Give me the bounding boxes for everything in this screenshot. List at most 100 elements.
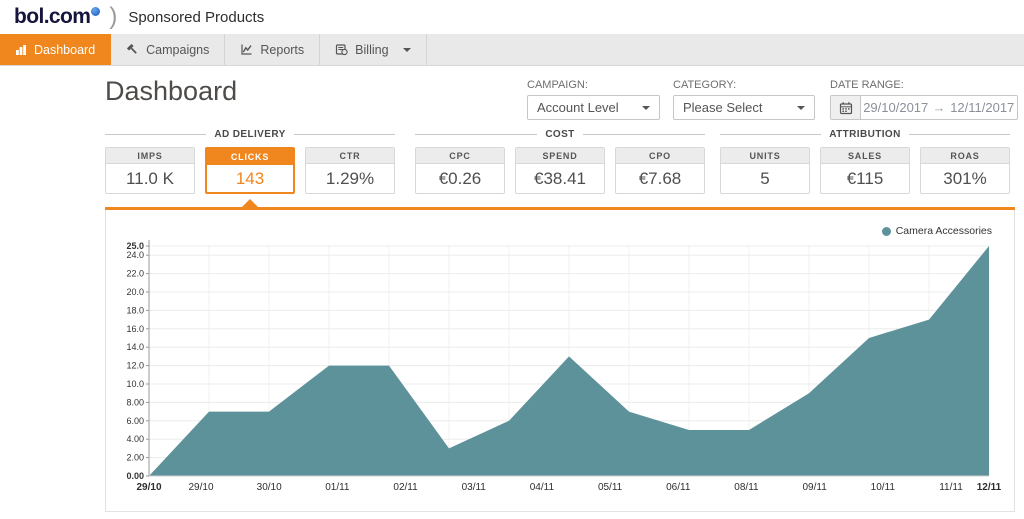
metric-tile-ctr[interactable]: CTR 1.29%	[305, 147, 395, 194]
billing-icon	[335, 43, 348, 56]
reports-icon	[240, 43, 253, 56]
metric-value: 5	[721, 164, 809, 194]
svg-text:16.0: 16.0	[126, 324, 144, 334]
chart-legend[interactable]: Camera Accessories	[882, 225, 992, 237]
metric-value: €0.26	[416, 164, 504, 194]
metric-tile-sales[interactable]: SALES €115	[820, 147, 910, 194]
calendar-icon	[839, 101, 853, 115]
group-title: ATTRIBUTION	[720, 129, 1010, 140]
svg-text:14.0: 14.0	[126, 342, 144, 352]
nav-tab-reports[interactable]: Reports	[225, 34, 320, 65]
metric-value: 143	[207, 165, 293, 193]
end-date-field[interactable]: 12/11/2017	[948, 100, 1018, 115]
svg-text:12/11: 12/11	[977, 482, 1002, 493]
logo-text: bol.com	[14, 2, 90, 32]
campaign-select[interactable]: Account Level	[527, 95, 660, 120]
svg-text:20.0: 20.0	[126, 287, 144, 297]
metric-group-ad-delivery: AD DELIVERY IMPS 11.0 K CLICKS 143 CTR 1…	[105, 129, 395, 194]
app-title: Sponsored Products	[128, 9, 264, 26]
category-select-value: Please Select	[683, 100, 763, 115]
date-range-filter: DATE RANGE: 29/10/2017 → 12/11/2017	[830, 79, 1018, 120]
metric-value: €38.41	[516, 164, 604, 194]
metric-tile-spend[interactable]: SPEND €38.41	[515, 147, 605, 194]
chevron-down-icon	[642, 106, 650, 110]
legend-dot-icon	[882, 227, 891, 236]
campaigns-icon	[126, 43, 139, 56]
metric-label: SPEND	[516, 148, 604, 164]
nav-tab-campaigns[interactable]: Campaigns	[111, 34, 225, 65]
range-arrow-icon: →	[931, 100, 948, 115]
svg-text:09/11: 09/11	[802, 482, 827, 493]
start-date-field[interactable]: 29/10/2017	[861, 100, 931, 115]
nav-tab-label: Dashboard	[34, 43, 95, 57]
svg-text:24.0: 24.0	[126, 250, 144, 260]
svg-text:6.00: 6.00	[126, 416, 144, 426]
metric-label: IMPS	[106, 148, 194, 164]
topbar: bol.com ) Sponsored Products	[0, 0, 1024, 34]
svg-text:8.00: 8.00	[126, 397, 144, 407]
campaign-filter-label: CAMPAIGN:	[527, 79, 660, 91]
metric-tile-cpc[interactable]: CPC €0.26	[415, 147, 505, 194]
globe-icon	[91, 7, 100, 16]
svg-text:02/11: 02/11	[393, 482, 418, 493]
metric-label: CLICKS	[207, 149, 293, 165]
svg-text:03/11: 03/11	[462, 482, 487, 493]
metric-value: €7.68	[616, 164, 704, 194]
metric-group-attribution: ATTRIBUTION UNITS 5 SALES €115 ROAS 301%	[720, 129, 1010, 194]
nav-tab-label: Reports	[260, 43, 304, 57]
svg-text:2.00: 2.00	[126, 453, 144, 463]
metric-label: CPO	[616, 148, 704, 164]
svg-text:12.0: 12.0	[126, 361, 144, 371]
svg-text:04/11: 04/11	[530, 482, 555, 493]
svg-text:0.00: 0.00	[126, 471, 144, 481]
svg-text:08/11: 08/11	[734, 482, 759, 493]
nav-tab-label: Campaigns	[146, 43, 209, 57]
svg-text:11/11: 11/11	[939, 482, 963, 493]
legend-series-label: Camera Accessories	[896, 225, 992, 237]
svg-text:25.0: 25.0	[126, 241, 144, 251]
metric-label: UNITS	[721, 148, 809, 164]
metric-group-cost: COST CPC €0.26 SPEND €38.41 CPO €7.68	[415, 129, 705, 194]
campaign-filter: CAMPAIGN: Account Level	[527, 79, 660, 120]
chevron-down-icon	[797, 106, 805, 110]
campaign-select-value: Account Level	[537, 100, 619, 115]
group-title: AD DELIVERY	[105, 129, 395, 140]
metric-value: €115	[821, 164, 909, 194]
metric-label: CPC	[416, 148, 504, 164]
svg-text:01/11: 01/11	[325, 482, 350, 493]
date-range-label: DATE RANGE:	[830, 79, 1018, 91]
svg-text:30/10: 30/10	[257, 482, 282, 493]
svg-text:06/11: 06/11	[666, 482, 691, 493]
metric-tile-roas[interactable]: ROAS 301%	[920, 147, 1010, 194]
dashboard-icon	[15, 44, 27, 56]
area-chart-svg: 0.002.004.006.008.0010.012.014.016.018.0…	[106, 210, 1014, 510]
nav-tab-billing[interactable]: Billing	[320, 34, 426, 65]
metric-tile-units[interactable]: UNITS 5	[720, 147, 810, 194]
metric-label: CTR	[306, 148, 394, 164]
svg-text:29/10: 29/10	[188, 482, 213, 493]
metric-label: ROAS	[921, 148, 1009, 164]
calendar-button[interactable]	[831, 96, 861, 119]
svg-text:05/11: 05/11	[598, 482, 623, 493]
metric-tile-imps[interactable]: IMPS 11.0 K	[105, 147, 195, 194]
category-filter: CATEGORY: Please Select	[673, 79, 815, 120]
category-select[interactable]: Please Select	[673, 95, 815, 120]
metric-tile-cpo[interactable]: CPO €7.68	[615, 147, 705, 194]
metric-value: 1.29%	[306, 164, 394, 194]
metric-tile-clicks[interactable]: CLICKS 143	[205, 147, 295, 194]
nav-tab-label: Billing	[355, 43, 388, 57]
date-range-picker: 29/10/2017 → 12/11/2017	[830, 95, 1018, 120]
svg-text:10/11: 10/11	[871, 482, 896, 493]
nav-tab-dashboard[interactable]: Dashboard	[0, 34, 111, 65]
main-nav: Dashboard Campaigns Reports Billing	[0, 34, 1024, 66]
chevron-down-icon	[403, 48, 411, 52]
metric-value: 11.0 K	[106, 164, 194, 194]
metric-label: SALES	[821, 148, 909, 164]
svg-text:10.0: 10.0	[126, 379, 144, 389]
svg-text:29/10: 29/10	[136, 482, 161, 493]
category-filter-label: CATEGORY:	[673, 79, 815, 91]
bol-logo[interactable]: bol.com	[14, 2, 100, 32]
logo-separator: )	[109, 2, 117, 32]
svg-text:4.00: 4.00	[126, 434, 144, 444]
clicks-chart-panel: 0.002.004.006.008.0010.012.014.016.018.0…	[105, 210, 1015, 512]
